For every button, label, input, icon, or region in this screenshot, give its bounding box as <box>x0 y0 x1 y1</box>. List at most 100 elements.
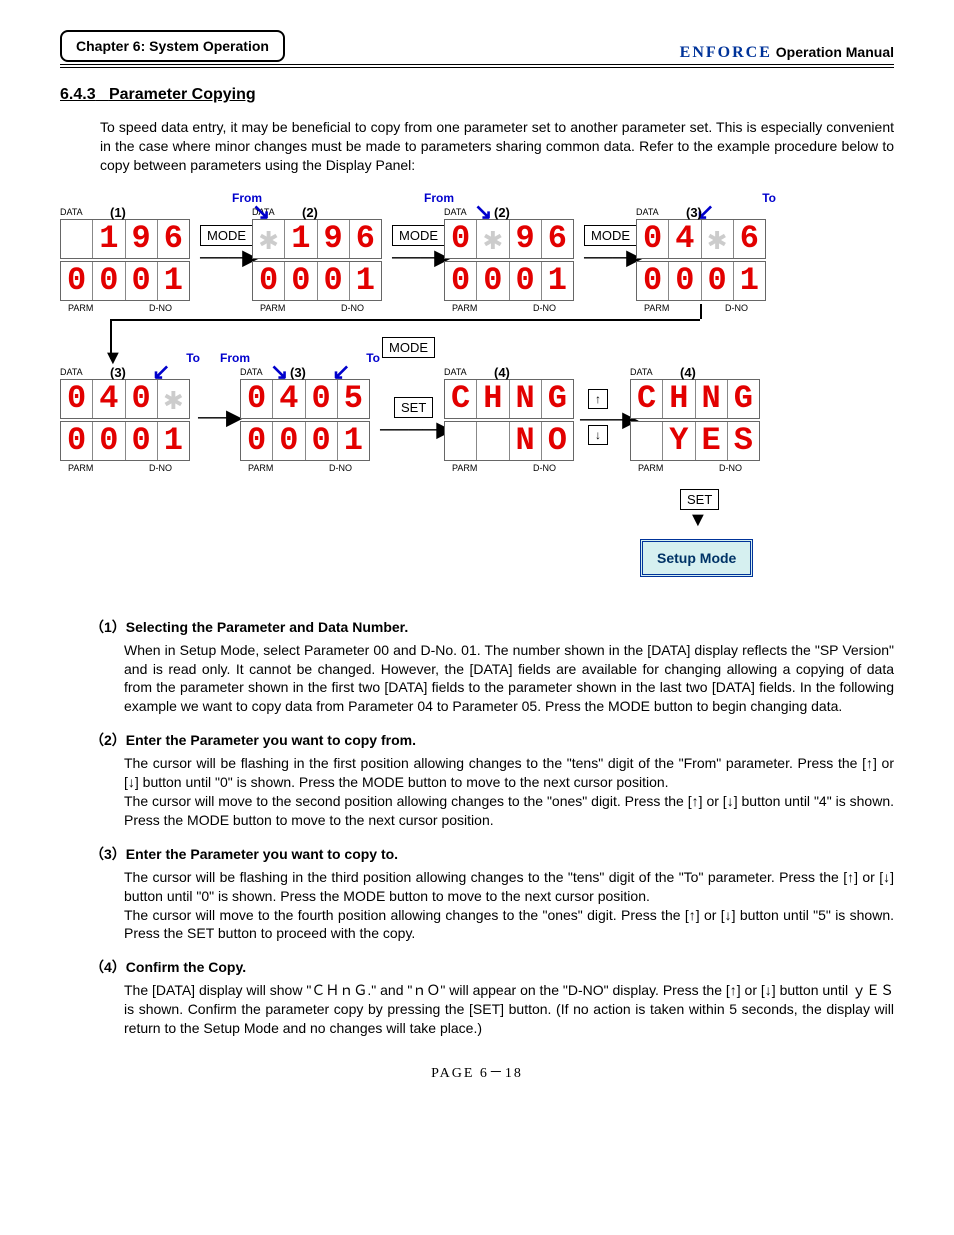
step-marker: (2) <box>494 205 510 220</box>
setup-mode-box: Setup Mode <box>640 539 753 577</box>
set-button[interactable]: SET <box>680 489 719 510</box>
seg-bot: 0 0 0 1 <box>252 261 382 301</box>
from-label: From <box>220 351 250 365</box>
procedure-diagram: DATA (1) 1 9 6 0 0 0 1 PARM D-NO MODE ──… <box>60 189 894 599</box>
parm-label: PARM <box>452 463 477 473</box>
step-num: （2） <box>90 732 126 748</box>
panel-4a: DATA (4) C H N G N O PARM D-NO <box>444 369 574 461</box>
section-intro: To speed data entry, it may be beneficia… <box>100 118 894 175</box>
mode-button[interactable]: MODE <box>392 225 445 246</box>
indicator-arrow-icon: ↙ <box>332 367 350 377</box>
seg-bot: 0 0 0 1 <box>60 261 190 301</box>
step-marker: (2) <box>302 205 318 220</box>
arrow-right-icon: ────▶ <box>380 417 452 442</box>
step-body: The [DATA] display will show "ＣＨｎＧ." and… <box>124 981 894 1038</box>
mode-button[interactable]: MODE <box>382 337 435 358</box>
seg-top: C H N G <box>630 379 760 419</box>
to-label: To <box>186 351 200 365</box>
arrow-right-icon: ──▶ <box>198 405 242 430</box>
data-label: DATA <box>60 367 83 377</box>
dno-label: D-NO <box>149 303 172 313</box>
step-num: （1） <box>90 619 126 635</box>
section-title: 6.4.3 Parameter Copying <box>60 86 894 104</box>
indicator-arrow-icon: ↙ <box>152 367 170 377</box>
dno-label: D-NO <box>533 303 556 313</box>
step-marker: (4) <box>680 365 696 380</box>
seg-top: 0 ✱ 9 6 <box>444 219 574 259</box>
data-label: DATA <box>636 207 659 217</box>
step-title: Confirm the Copy. <box>126 959 246 975</box>
step-1: （1）Selecting the Parameter and Data Numb… <box>90 617 894 717</box>
panel-1: DATA (1) 1 9 6 0 0 0 1 PARM D-NO <box>60 209 190 301</box>
step-3: （3）Enter the Parameter you want to copy … <box>90 844 894 944</box>
panel-3b: DATA To ↙ (3) 0 4 0 ✱ 0 0 0 1 PARM D-NO <box>60 369 190 461</box>
from-label: From <box>424 191 454 205</box>
step-marker: (4) <box>494 365 510 380</box>
dno-label: D-NO <box>329 463 352 473</box>
set-button[interactable]: SET <box>394 397 433 418</box>
seg-bot: 0 0 0 1 <box>444 261 574 301</box>
dno-label: D-NO <box>149 463 172 473</box>
data-label: DATA <box>444 367 467 377</box>
step-marker: (3) <box>290 365 306 380</box>
seg-top: 0 4 0 5 <box>240 379 370 419</box>
dno-label: D-NO <box>341 303 364 313</box>
dno-label: D-NO <box>719 463 742 473</box>
data-label: DATA <box>444 207 467 217</box>
page-footer: PAGE 6－18 <box>60 1062 894 1082</box>
panel-3c: DATA From To ↘ ↙ (3) 0 4 0 5 0 0 0 1 PAR… <box>240 369 370 461</box>
step-4: （4）Confirm the Copy. The [DATA] display … <box>90 957 894 1038</box>
section-number: 6.4.3 <box>60 86 96 103</box>
step-list: （1）Selecting the Parameter and Data Numb… <box>90 617 894 1038</box>
flow-line <box>700 304 702 319</box>
data-label: DATA <box>240 367 263 377</box>
section-heading: Parameter Copying <box>109 86 256 103</box>
panel-2a: DATA From ↘ (2) ✱ 1 9 6 0 0 0 1 PARM D-N… <box>252 209 382 301</box>
step-body: The cursor will be flashing in the third… <box>124 868 894 944</box>
seg-top: C H N G <box>444 379 574 419</box>
parm-label: PARM <box>68 303 93 313</box>
seg-bot: Y E S <box>630 421 760 461</box>
arrow-right-icon: ───▶ <box>392 245 450 270</box>
step-body: The cursor will be flashing in the first… <box>124 754 894 830</box>
step-title: Enter the Parameter you want to copy fro… <box>126 732 416 748</box>
parm-label: PARM <box>638 463 663 473</box>
seg-bot: 0 0 0 1 <box>636 261 766 301</box>
to-label: To <box>762 191 776 205</box>
flow-line <box>110 319 700 321</box>
dno-label: D-NO <box>533 463 556 473</box>
seg-top: 0 4 ✱ 6 <box>636 219 766 259</box>
panel-2b: DATA From ↘ (2) 0 ✱ 9 6 0 0 0 1 PARM D-N… <box>444 209 574 301</box>
parm-label: PARM <box>644 303 669 313</box>
seg-top: 1 9 6 <box>60 219 190 259</box>
manual-title: enFORCE Operation Manual <box>680 44 894 62</box>
chapter-box: Chapter 6: System Operation <box>60 30 285 62</box>
data-label: DATA <box>60 207 83 217</box>
step-title: Enter the Parameter you want to copy to. <box>126 846 398 862</box>
step-marker: (1) <box>110 205 126 220</box>
indicator-arrow-icon: ↘ <box>270 367 288 377</box>
up-button[interactable]: ↑ <box>588 389 608 409</box>
mode-button[interactable]: MODE <box>200 225 253 246</box>
brand-logo: enFORCE <box>680 44 772 61</box>
step-title: Selecting the Parameter and Data Number. <box>126 619 408 635</box>
indicator-arrow-icon: ↘ <box>474 207 492 217</box>
parm-label: PARM <box>68 463 93 473</box>
panel-3a: DATA To ↙ (3) 0 4 ✱ 6 0 0 0 1 PARM D-NO <box>636 209 766 301</box>
seg-bot: N O <box>444 421 574 461</box>
arrow-down-icon: ▼ <box>688 509 708 532</box>
step-2: （2）Enter the Parameter you want to copy … <box>90 730 894 830</box>
seg-bot: 0 0 0 1 <box>60 421 190 461</box>
mode-button[interactable]: MODE <box>584 225 637 246</box>
parm-label: PARM <box>452 303 477 313</box>
seg-top: 0 4 0 ✱ <box>60 379 190 419</box>
panel-4b: DATA (4) C H N G Y E S PARM D-NO <box>630 369 760 461</box>
step-body: When in Setup Mode, select Parameter 00 … <box>124 641 894 717</box>
indicator-arrow-icon: ↘ <box>252 207 270 217</box>
parm-label: PARM <box>248 463 273 473</box>
step-marker: (3) <box>686 205 702 220</box>
page-header: Chapter 6: System Operation enFORCE Oper… <box>60 30 894 68</box>
seg-top: ✱ 1 9 6 <box>252 219 382 259</box>
data-label: DATA <box>630 367 653 377</box>
step-num: （4） <box>90 959 126 975</box>
